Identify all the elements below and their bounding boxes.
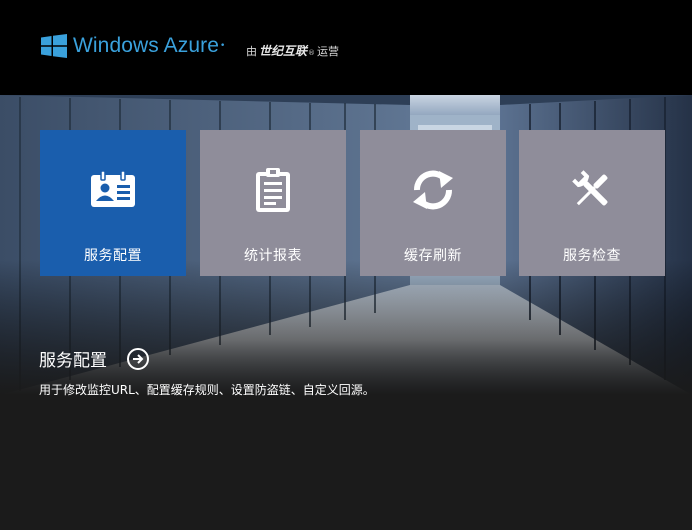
operator-registered-mark: ® <box>308 49 316 57</box>
operator-suffix: 运营 <box>317 45 340 58</box>
tile-label: 统计报表 <box>244 248 302 264</box>
arrow-right-icon[interactable] <box>127 347 149 370</box>
tile-label: 缓存刷新 <box>404 248 462 264</box>
description-heading: 服务配置 <box>39 346 149 371</box>
header: Windows Azure • 由 世纪互联 ® 运营 <box>0 0 692 95</box>
tile-service-config[interactable]: 服务配置 <box>40 130 186 276</box>
tools-icon <box>564 162 620 218</box>
tile-cache-refresh[interactable]: 缓存刷新 <box>360 130 506 276</box>
brand-trademark: • <box>220 41 226 51</box>
clipboard-icon <box>245 162 301 218</box>
tile-label: 服务配置 <box>84 248 142 264</box>
description-panel <box>0 395 692 530</box>
tile-service-check[interactable]: 服务检查 <box>519 130 665 276</box>
description-title: 服务配置 <box>39 351 107 371</box>
description-text: 用于修改监控URL、配置缓存规则、设置防盗链、自定义回源。 <box>39 383 375 397</box>
operator-prefix: 由 <box>246 45 257 58</box>
operator-credit: 由 世纪互联 ® 运营 <box>246 42 339 59</box>
refresh-icon <box>405 162 461 218</box>
tile-statistics-report[interactable]: 统计报表 <box>200 130 346 276</box>
operator-name: 世纪互联 <box>259 44 308 58</box>
brand-name: Windows Azure <box>73 34 220 57</box>
windows-flag-icon <box>41 34 67 58</box>
tile-label: 服务检查 <box>563 248 621 264</box>
id-card-icon <box>85 162 141 218</box>
windows-azure-logo[interactable]: Windows Azure • <box>41 34 225 58</box>
